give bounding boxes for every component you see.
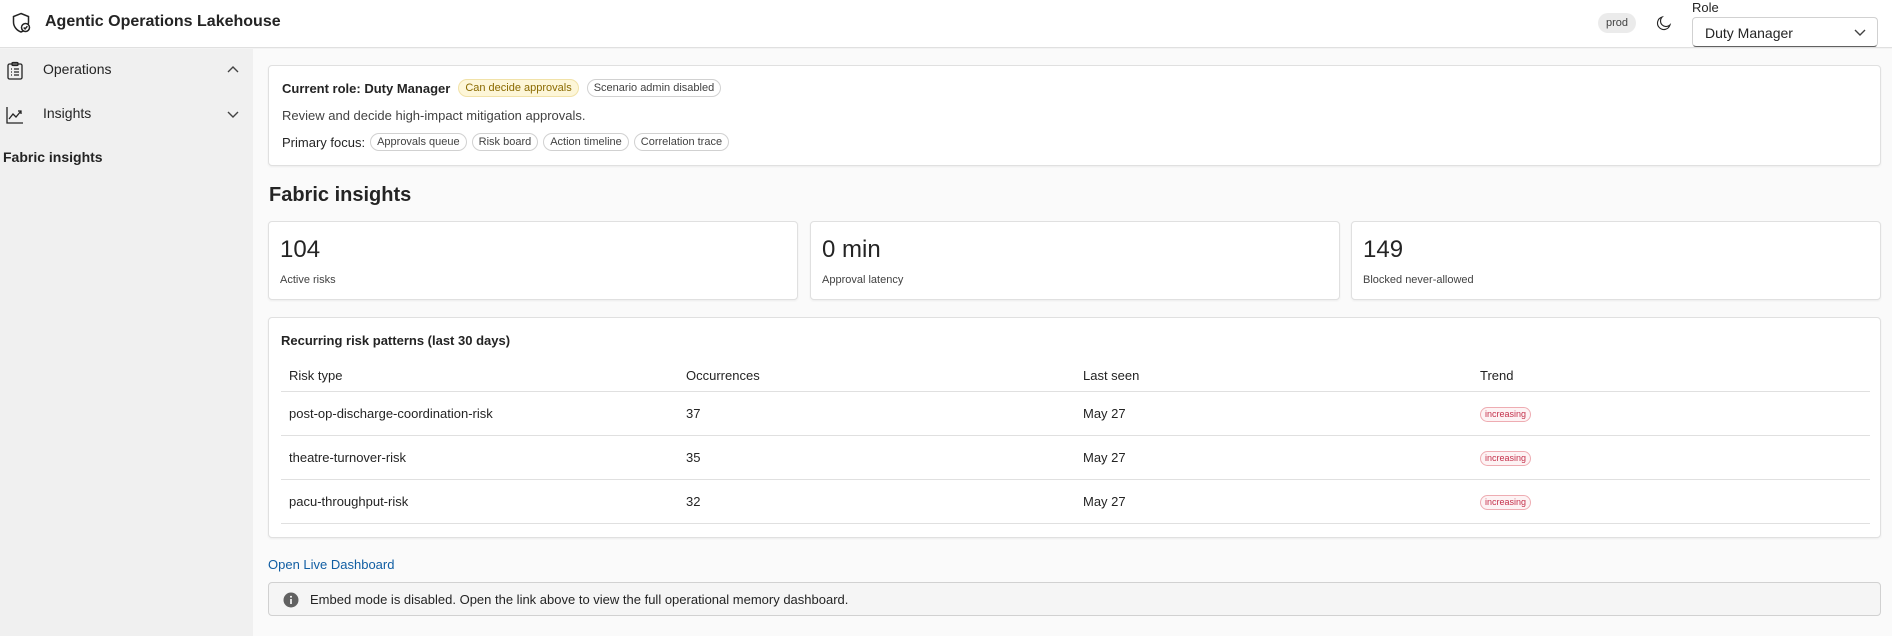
occurrences-cell: 37 bbox=[678, 391, 1075, 436]
kpi-label: Approval latency bbox=[822, 274, 904, 286]
kpi-value: 0 min bbox=[822, 236, 881, 263]
shield-check-icon bbox=[9, 11, 33, 35]
info-message-text: Embed mode is disabled. Open the link ab… bbox=[310, 592, 849, 607]
focus-chip: Approvals queue bbox=[370, 133, 467, 151]
risk-patterns-table: Risk type Occurrences Last seen Trend po… bbox=[281, 361, 1870, 524]
kpi-label: Blocked never-allowed bbox=[1363, 274, 1474, 286]
table-row[interactable]: theatre-turnover-risk 35 May 27 increasi… bbox=[281, 435, 1870, 480]
chevron-down-icon bbox=[227, 111, 239, 118]
trend-cell: increasing bbox=[1472, 435, 1870, 480]
risk-type-cell: theatre-turnover-risk bbox=[281, 435, 678, 480]
top-bar: Agentic Operations Lakehouse prod Role D… bbox=[0, 0, 1892, 48]
column-header[interactable]: Occurrences bbox=[678, 361, 1075, 392]
permission-chip: Scenario admin disabled bbox=[586, 79, 722, 97]
trend-badge: increasing bbox=[1480, 406, 1532, 422]
permission-chip: Can decide approvals bbox=[458, 79, 579, 97]
column-header[interactable]: Risk type bbox=[281, 361, 678, 392]
sidebar-item-label: Operations bbox=[43, 61, 112, 77]
embed-disabled-message-bar: Embed mode is disabled. Open the link ab… bbox=[268, 582, 1881, 616]
risk-patterns-card: Recurring risk patterns (last 30 days) R… bbox=[268, 317, 1881, 538]
theme-toggle-button[interactable] bbox=[1652, 11, 1676, 35]
focus-chip: Action timeline bbox=[543, 133, 629, 151]
focus-chip: Correlation trace bbox=[633, 133, 730, 151]
sidebar: Operations Insights Fabric insights bbox=[0, 49, 253, 636]
current-role-text: Current role: Duty Manager bbox=[282, 80, 451, 96]
open-live-dashboard-link[interactable]: Open Live Dashboard bbox=[268, 557, 394, 572]
info-icon bbox=[283, 592, 299, 608]
kpi-value: 149 bbox=[1363, 236, 1404, 263]
sidebar-subitem-fabric-insights[interactable]: Fabric insights bbox=[3, 149, 103, 165]
role-dropdown[interactable]: Duty Manager bbox=[1692, 17, 1878, 47]
sidebar-item-label: Insights bbox=[43, 105, 92, 121]
table-row[interactable]: pacu-throughput-risk 32 May 27 increasin… bbox=[281, 479, 1870, 524]
risk-type-cell: pacu-throughput-risk bbox=[281, 479, 678, 524]
last-seen-cell: May 27 bbox=[1075, 391, 1472, 436]
trend-cell: increasing bbox=[1472, 391, 1870, 436]
kpi-card-active-risks: 104 Active risks bbox=[268, 221, 798, 300]
trend-cell: increasing bbox=[1472, 479, 1870, 524]
occurrences-cell: 35 bbox=[678, 435, 1075, 480]
column-header[interactable]: Trend bbox=[1472, 361, 1870, 392]
page-title: Fabric insights bbox=[269, 184, 412, 206]
kpi-card-approval-latency: 0 min Approval latency bbox=[810, 221, 1340, 300]
sidebar-item-operations[interactable]: Operations bbox=[0, 49, 253, 93]
table-header-row: Risk type Occurrences Last seen Trend bbox=[281, 361, 1870, 392]
environment-badge: prod bbox=[1598, 13, 1637, 33]
primary-focus-row: Primary focus: Approvals queue Risk boar… bbox=[282, 133, 730, 151]
role-header-row: Current role: Duty Manager Can decide ap… bbox=[282, 79, 722, 97]
primary-focus-label: Primary focus: bbox=[282, 134, 366, 150]
trend-badge: increasing bbox=[1480, 450, 1532, 466]
kpi-value: 104 bbox=[280, 236, 321, 263]
table-row[interactable]: post-op-discharge-coordination-risk 37 M… bbox=[281, 391, 1870, 436]
trend-badge: increasing bbox=[1480, 494, 1532, 510]
column-header[interactable]: Last seen bbox=[1075, 361, 1472, 392]
risk-patterns-title: Recurring risk patterns (last 30 days) bbox=[281, 333, 511, 348]
chart-line-icon bbox=[6, 107, 23, 124]
kpi-card-blocked-never-allowed: 149 Blocked never-allowed bbox=[1351, 221, 1881, 300]
kpi-label: Active risks bbox=[280, 274, 336, 286]
role-summary-card: Current role: Duty Manager Can decide ap… bbox=[268, 65, 1881, 166]
last-seen-cell: May 27 bbox=[1075, 479, 1472, 524]
role-label: Role bbox=[1692, 0, 1719, 15]
last-seen-cell: May 27 bbox=[1075, 435, 1472, 480]
app-title: Agentic Operations Lakehouse bbox=[45, 13, 281, 30]
moon-icon bbox=[1656, 15, 1672, 31]
focus-chip: Risk board bbox=[471, 133, 539, 151]
sidebar-item-insights[interactable]: Insights bbox=[0, 93, 253, 137]
chevron-up-icon bbox=[227, 66, 239, 73]
main-content: Current role: Duty Manager Can decide ap… bbox=[253, 49, 1892, 636]
role-description: Review and decide high-impact mitigation… bbox=[282, 108, 586, 123]
clipboard-icon bbox=[7, 61, 23, 80]
occurrences-cell: 32 bbox=[678, 479, 1075, 524]
role-dropdown-value: Duty Manager bbox=[1705, 25, 1793, 41]
chevron-down-icon bbox=[1854, 29, 1866, 36]
risk-type-cell: post-op-discharge-coordination-risk bbox=[281, 391, 678, 436]
